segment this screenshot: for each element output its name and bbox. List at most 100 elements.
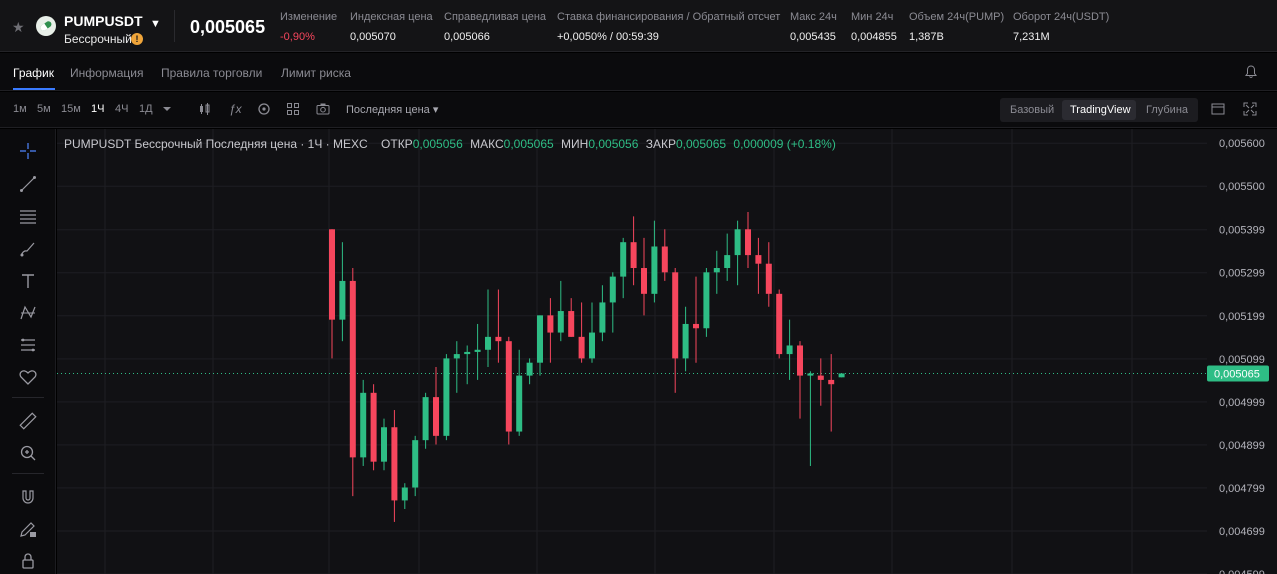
ruler-icon[interactable] [18,411,38,431]
divider [12,473,44,474]
current-price-tag-label: 0,005065 [1214,368,1260,380]
timeframe-1h[interactable]: 1Ч [91,103,104,115]
candle-body [329,229,335,320]
candle-type-icon[interactable] [198,102,212,116]
timeframe-dropdown-icon[interactable] [162,104,172,114]
candle-body [339,280,346,320]
stat-value: 0,004855 [851,31,897,43]
trend-line-icon[interactable] [18,174,38,194]
fib-icon[interactable] [18,335,38,355]
price-tick-label: 0,005500 [1219,181,1265,193]
candles [329,212,845,522]
ticker-header: ★ PUMPUSDT Бессрочный ! ▼ 0,005065 Измен… [0,0,1277,52]
candle-body [682,323,689,359]
candle-body [578,336,585,359]
candle-body [776,293,783,355]
pencil-lock-icon[interactable] [18,519,38,539]
tab-chart[interactable]: График [13,66,54,80]
favorite-star-icon[interactable]: ★ [12,19,25,36]
stat-funding-rate[interactable]: Ставка финансирования / Обратный отсчет … [557,11,780,43]
candle-body [745,229,751,256]
legend-low-label: МИН [561,137,589,151]
candle-body [703,272,710,329]
symbol-dropdown-caret-icon[interactable]: ▼ [150,18,161,30]
view-depth[interactable]: Глубина [1146,104,1188,116]
candle-body [807,373,814,376]
candle-body [547,315,554,333]
candle-body [589,332,595,359]
stat-value: 0,005066 [444,31,490,43]
candle-body [443,358,450,436]
candle-body [401,487,408,501]
view-switch: Базовый TradingView Глубина [1000,98,1198,122]
timeframe-4h[interactable]: 4Ч [115,103,128,115]
candle-body [381,427,387,462]
divider [12,397,44,398]
view-tradingview[interactable]: TradingView [1070,104,1131,116]
candle-body [485,336,491,350]
price-tick-label: 0,005199 [1219,311,1265,323]
candle-body [464,351,471,355]
brush-icon[interactable] [18,239,38,259]
timeframe-15m[interactable]: 15м [61,103,81,115]
price-chart[interactable]: 0,005600 0,005500 0,005399 0,005299 0,005199… [57,129,1277,574]
price-tick-label: 0,004599 [1219,569,1265,574]
stat-value: 1,387B [909,31,944,43]
stat-label: Индексная цена [350,11,433,23]
chart-settings-icon[interactable] [257,102,271,116]
symbol-name[interactable]: PUMPUSDT [64,13,143,29]
active-tab-indicator [13,88,55,90]
crosshair-icon[interactable] [18,141,38,161]
timeframe-1d[interactable]: 1Д [139,103,153,115]
lock-icon[interactable] [18,551,38,571]
tab-information[interactable]: Информация [70,66,143,80]
candle-body [391,427,398,501]
candle-body [537,315,543,363]
legend-low-value: 0,005056 [588,137,639,151]
horizontal-lines-icon[interactable] [18,206,38,226]
stat-value: 0,005435 [790,31,836,43]
price-tick-label: 0,005299 [1219,268,1265,280]
price-tick-label: 0,004999 [1219,397,1265,409]
camera-icon[interactable] [316,102,330,116]
candle-body [672,272,679,359]
stat-volume-24h: Объем 24ч(PUMP) 1,387B [909,11,1004,43]
candle-body [641,268,647,294]
legend-title: PUMPUSDT Бессрочный Последняя цена · 1Ч … [64,137,368,151]
candle-body [360,392,367,458]
candle-body [651,246,658,294]
pattern-icon[interactable] [18,303,38,323]
fullscreen-icon[interactable] [1243,102,1257,116]
tab-trading-rules[interactable]: Правила торговли [161,66,262,80]
tab-risk-limit[interactable]: Лимит риска [281,66,351,80]
timeframe-5m[interactable]: 5м [37,103,51,115]
chart-grid [57,129,1207,574]
layout-grid-icon[interactable] [286,102,300,116]
chart-toolbar: 1м 5м 15м 1Ч 4Ч 1Д ƒx Последняя цена ▾ Б… [0,92,1277,128]
timeframe-1m[interactable]: 1м [13,103,27,115]
indicators-fx-icon[interactable]: ƒx [229,102,243,116]
stat-label: Мин 24ч [851,11,894,23]
heart-icon[interactable] [18,367,38,387]
info-badge-icon[interactable]: ! [131,33,143,45]
stat-label: Изменение [280,11,338,23]
contract-type: Бессрочный [64,32,132,46]
content-tabs: График Информация Правила торговли Лимит… [0,53,1277,91]
candle-body [630,242,637,269]
magnet-icon[interactable] [18,487,38,507]
candle-body [505,341,512,432]
candlestick-chart[interactable]: 0,005600 0,005500 0,005399 0,005299 0,005199… [57,129,1277,574]
price-tick-label: 0,005399 [1219,225,1265,237]
window-icon[interactable] [1211,102,1225,116]
zoom-in-icon[interactable] [18,443,38,463]
price-type-select[interactable]: Последняя цена ▾ [346,103,438,116]
price-axis: 0,005600 0,005500 0,005399 0,005299 0,005199… [1207,138,1269,574]
candle-body [349,280,356,458]
price-tick-label: 0,005099 [1219,354,1265,366]
bell-icon[interactable] [1245,65,1257,79]
text-icon[interactable] [18,271,38,291]
candle-body [786,345,793,355]
legend-high-label: МАКС [470,137,504,151]
view-basic[interactable]: Базовый [1010,104,1054,116]
stat-label: Ставка финансирования / Обратный отсчет [557,11,781,23]
